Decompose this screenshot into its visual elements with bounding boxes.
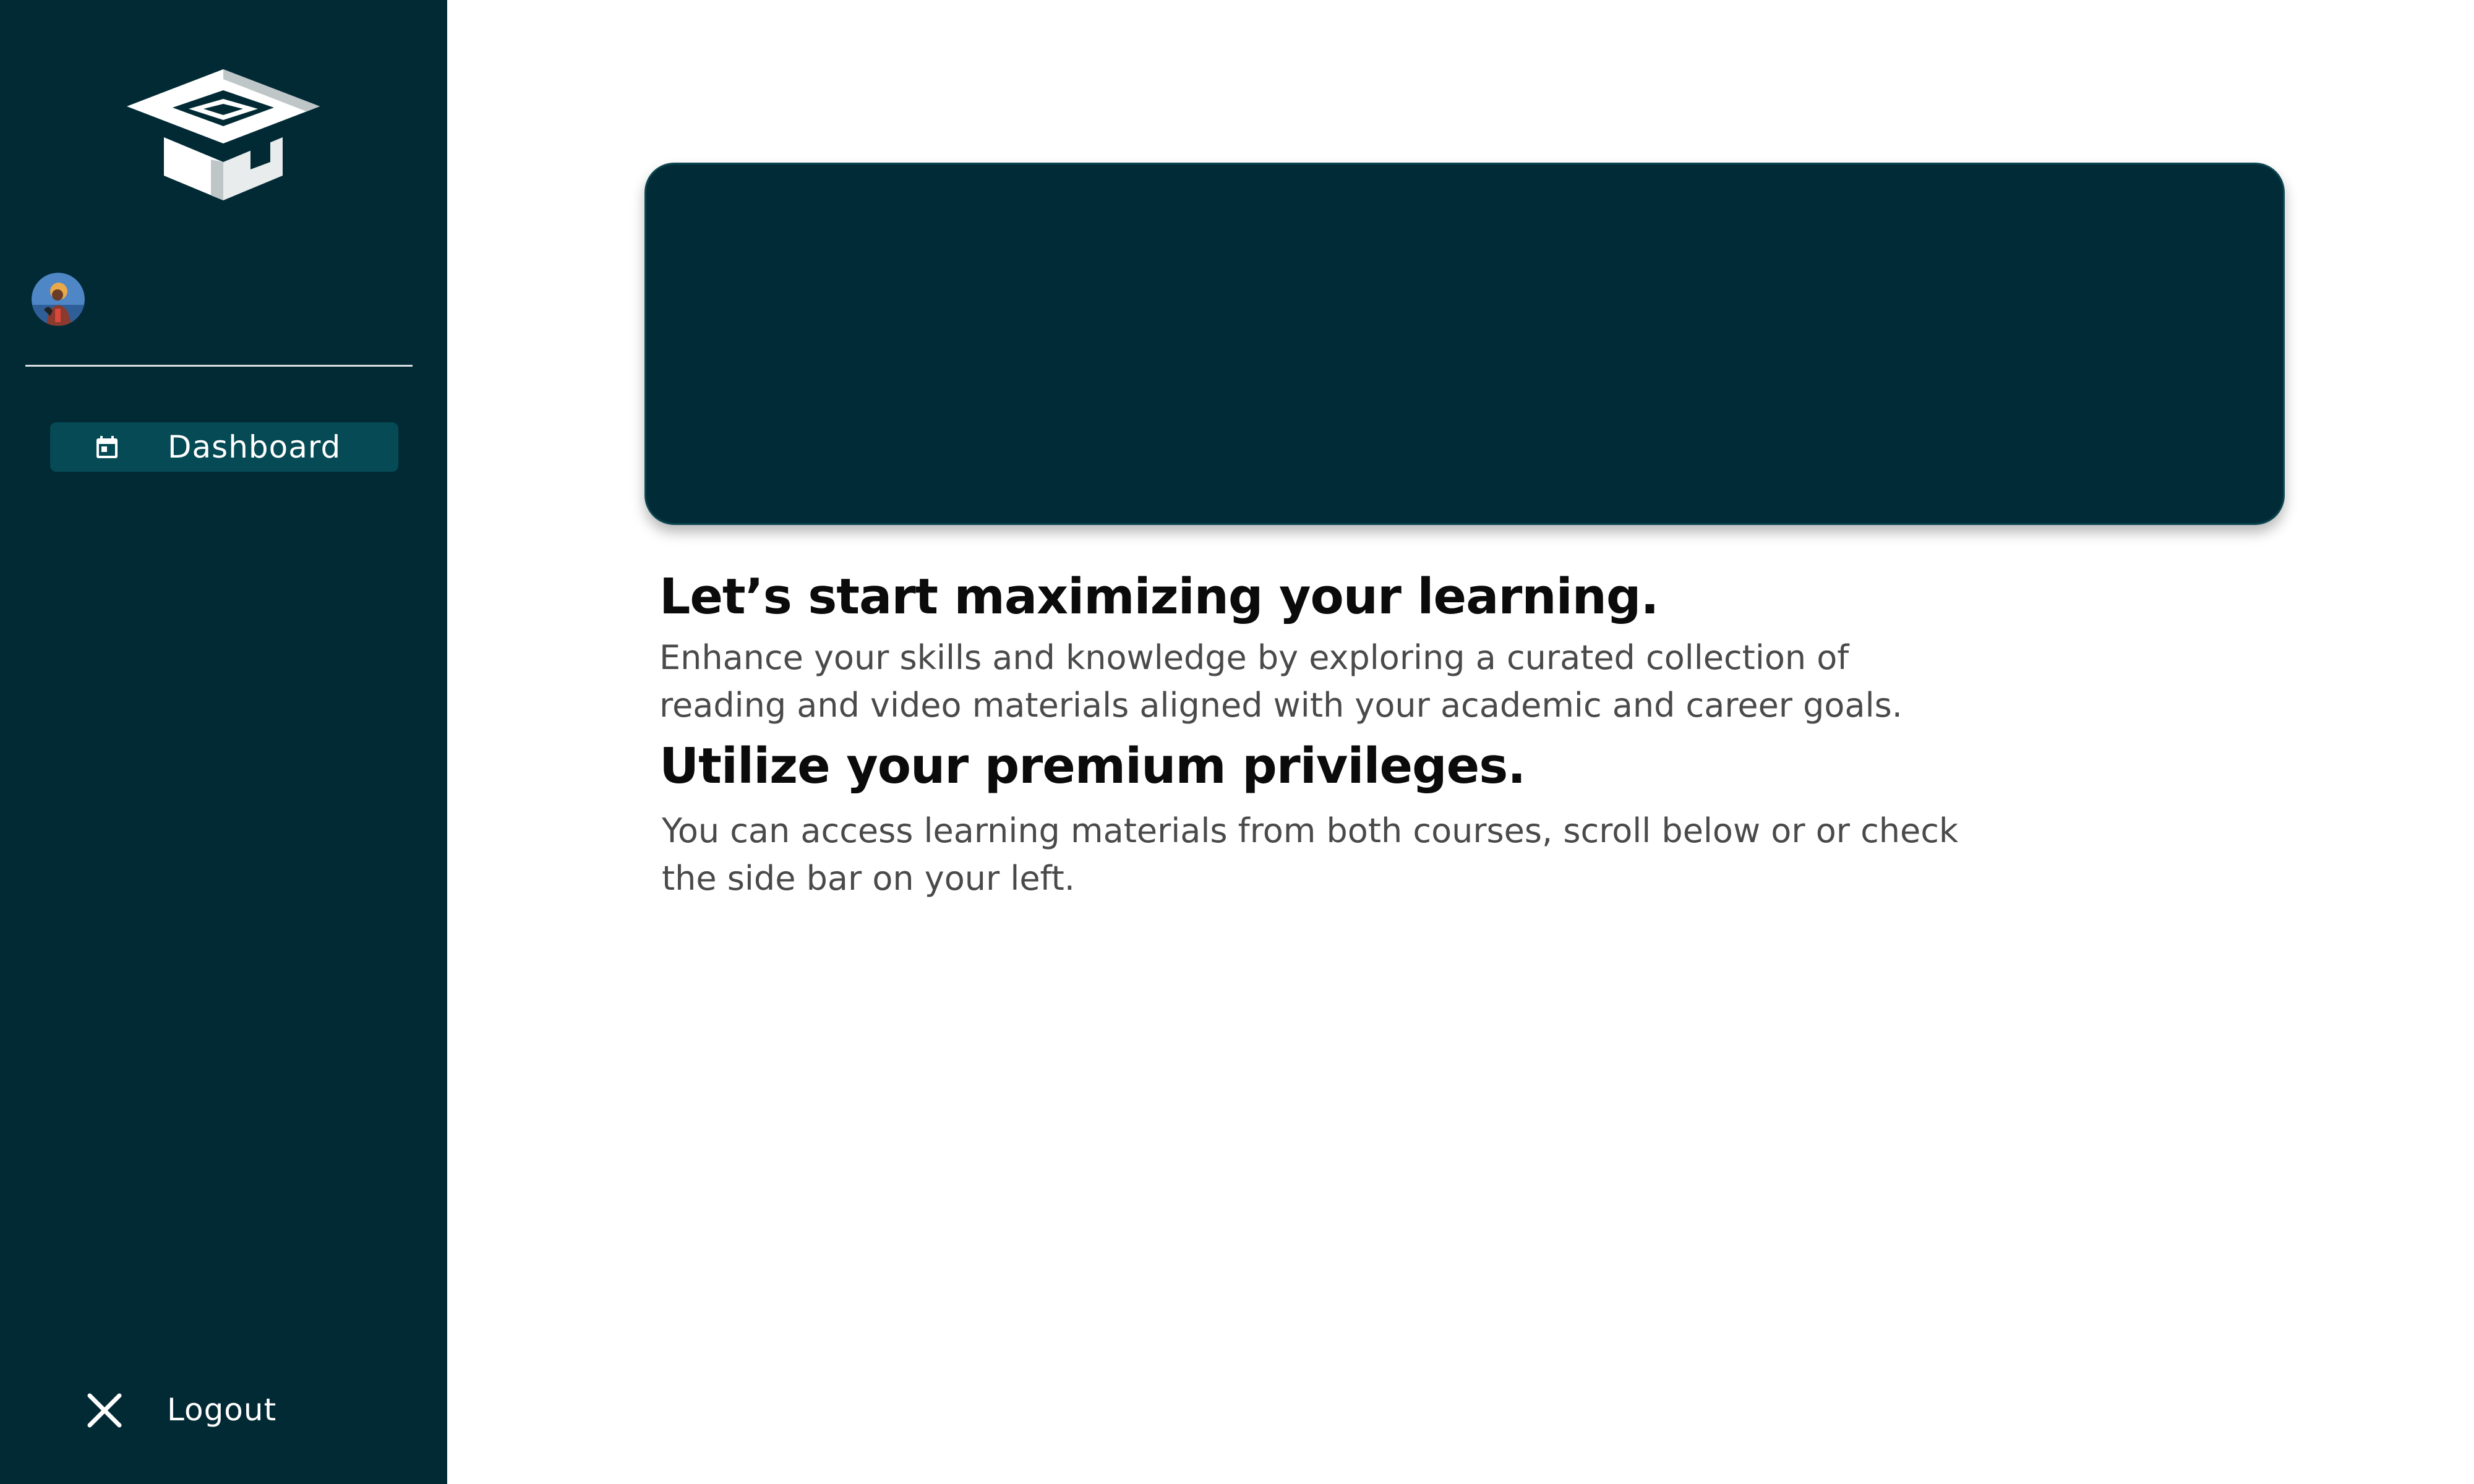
user-avatar[interactable] [32, 273, 85, 326]
sidebar: Dashboard Logout [0, 0, 447, 1484]
calendar-icon [95, 435, 119, 459]
logout-button[interactable]: Logout [82, 1385, 304, 1435]
graduation-cap-icon [127, 69, 320, 200]
hero-banner [644, 163, 2285, 525]
sidebar-item-dashboard[interactable]: Dashboard [50, 422, 398, 472]
logout-label: Logout [167, 1392, 277, 1428]
intro-content: Let’s start maximizing your learning. En… [659, 560, 1989, 902]
close-icon [87, 1392, 122, 1428]
section-text: Enhance your skills and knowledge by exp… [659, 638, 1903, 725]
section-text: You can access learning materials from b… [662, 811, 1959, 898]
section-heading: Utilize your premium privileges. [659, 738, 1526, 795]
section-heading: Let’s start maximizing your learning. [659, 568, 1659, 625]
sidebar-item-label: Dashboard [168, 429, 341, 465]
sidebar-divider [25, 365, 413, 367]
app-root: Dashboard Logout Let’s start maximizing … [0, 0, 2474, 1484]
